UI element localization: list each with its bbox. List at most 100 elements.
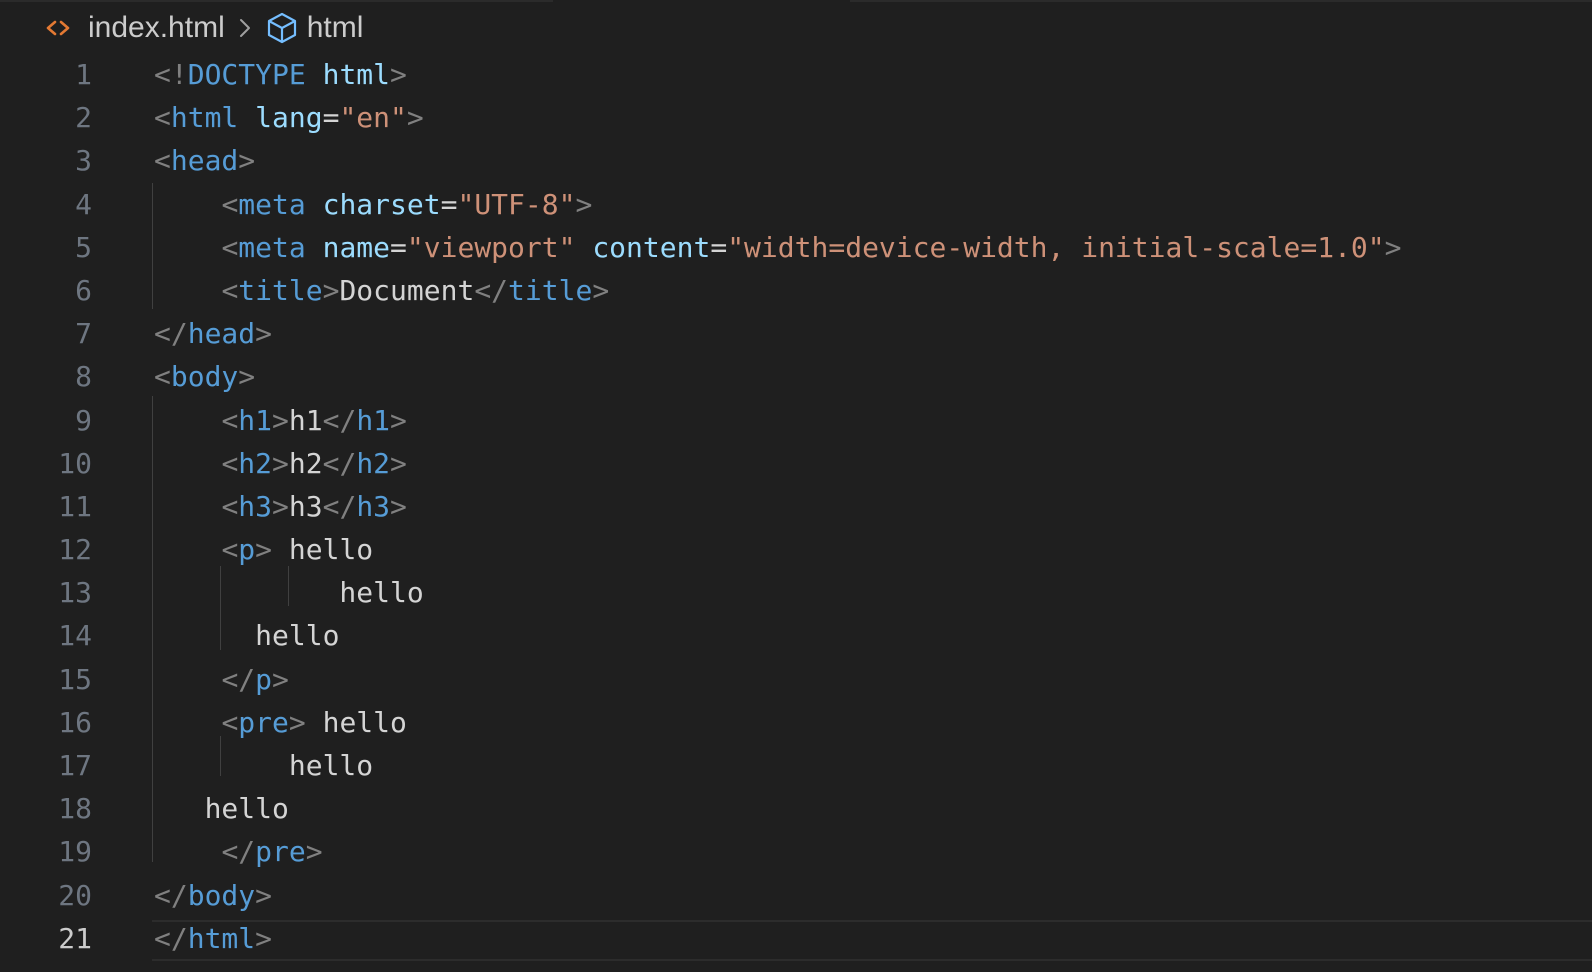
code-token: > xyxy=(272,446,289,480)
code-token: </ xyxy=(322,403,357,437)
code-token: </ xyxy=(474,273,509,307)
code-token: Document xyxy=(339,273,475,307)
code-token: > xyxy=(288,705,306,739)
code-text: <body> xyxy=(154,355,255,398)
code-token: < xyxy=(221,533,239,567)
code-token: hello xyxy=(154,576,424,610)
code-line[interactable]: 7 </head> xyxy=(0,312,1592,355)
code-line[interactable]: 6 <title>Document</title> xyxy=(0,269,1592,312)
code-token: html xyxy=(187,921,256,955)
code-line[interactable]: 9 <h1>h1</h1> xyxy=(0,399,1592,442)
code-token: h1 xyxy=(238,403,273,437)
code-line[interactable]: 18 hello xyxy=(0,787,1592,830)
code-token: html xyxy=(322,58,391,91)
code-token: < xyxy=(221,403,239,437)
line-number: 17 xyxy=(58,749,92,782)
code-token: > xyxy=(406,101,424,135)
code-token: title xyxy=(238,273,323,307)
code-line[interactable]: 13 hello xyxy=(0,571,1592,614)
code-token: > xyxy=(255,921,273,955)
code-token: < xyxy=(154,144,171,178)
line-number: 5 xyxy=(75,230,92,264)
code-line[interactable]: 2 <html lang="en"> xyxy=(0,96,1592,139)
code-token: < xyxy=(221,187,239,221)
code-area[interactable]: 1 <!DOCTYPE html> 2 <html lang="en"> 3 < head >… xyxy=(0,53,1592,960)
code-token: h1 xyxy=(288,403,323,437)
code-token: = xyxy=(390,230,407,264)
code-line[interactable]: 1 <!DOCTYPE html> xyxy=(0,53,1592,96)
code-token: = xyxy=(710,230,728,264)
code-text: <title>Document</title> xyxy=(154,269,609,312)
line-number: 20 xyxy=(58,878,92,912)
code-line[interactable]: 12 <p> hello xyxy=(0,528,1592,571)
code-text: <h3>h3</h3> xyxy=(154,485,406,528)
code-token: > xyxy=(390,58,407,91)
code-line[interactable]: 11 <h3>h3</h3> xyxy=(0,485,1592,528)
code-token: < xyxy=(221,230,239,264)
code-token: DOCTYPE xyxy=(187,58,306,91)
tab-bar-edge xyxy=(0,0,553,2)
code-token: > xyxy=(255,878,273,912)
line-number: 6 xyxy=(75,273,92,307)
code-token: > xyxy=(272,403,289,437)
code-line[interactable]: 17 hello xyxy=(0,744,1592,787)
code-token: </ xyxy=(221,835,256,869)
code-line[interactable]: 3 <head> xyxy=(0,139,1592,182)
code-line[interactable]: 21 </html> xyxy=(0,917,1592,960)
code-token: title xyxy=(508,273,593,307)
code-token: > xyxy=(255,533,273,567)
breadcrumb: index.html html xyxy=(44,6,363,50)
code-text: </p> xyxy=(154,658,289,701)
breadcrumb-file[interactable]: index.html xyxy=(88,11,225,45)
code-token: > xyxy=(322,273,340,307)
line-number: 19 xyxy=(58,835,92,869)
code-line[interactable]: 15 </p> xyxy=(0,658,1592,701)
code-token: h3 xyxy=(356,489,391,523)
code-line[interactable]: 14 hello xyxy=(0,614,1592,657)
code-token: > xyxy=(272,489,289,523)
code-token: = xyxy=(322,101,340,135)
line-number: 13 xyxy=(58,576,92,610)
code-token: < xyxy=(154,360,171,394)
code-text: </head> xyxy=(154,312,272,355)
code-token: > xyxy=(390,403,407,437)
code-text: </body> xyxy=(154,874,272,917)
code-text: <!DOCTYPE html> xyxy=(154,53,407,96)
code-token: h3 xyxy=(288,489,323,523)
code-token: hello xyxy=(305,705,407,739)
code-token: > xyxy=(575,187,593,221)
code-token: </ xyxy=(154,921,188,955)
code-token: head xyxy=(187,317,256,351)
code-line[interactable]: 20 </body> xyxy=(0,874,1592,917)
html-file-icon xyxy=(44,14,72,42)
code-token: meta xyxy=(238,187,306,221)
code-token: h2 xyxy=(356,446,391,480)
code-text: </pre> xyxy=(154,830,322,873)
code-line[interactable]: 16 <pre> hello xyxy=(0,701,1592,744)
chevron-right-icon xyxy=(235,14,255,42)
code-token: <! xyxy=(154,58,188,91)
breadcrumb-symbol[interactable]: html xyxy=(307,11,364,45)
code-text: <html lang="en"> xyxy=(154,96,424,139)
code-line[interactable]: 8 <body> xyxy=(0,355,1592,398)
code-line[interactable]: 5 <meta name="viewport" content="width=d… xyxy=(0,226,1592,269)
code-line[interactable]: 4 <meta charset="UTF-8"> xyxy=(0,183,1592,226)
code-token: > xyxy=(238,144,256,178)
code-editor[interactable]: index.html html 1 <!DOCTYPE html> 2 <html l… xyxy=(0,0,1592,972)
code-token: h2 xyxy=(288,446,323,480)
code-line[interactable]: 10 <h2>h2</h2> xyxy=(0,442,1592,485)
line-number: 15 xyxy=(58,662,92,696)
code-token: h1 xyxy=(356,403,391,437)
code-token: p xyxy=(238,533,256,567)
code-text: <meta charset="UTF-8"> xyxy=(154,183,592,226)
line-number: 3 xyxy=(75,144,92,178)
code-token: < xyxy=(221,705,239,739)
code-line[interactable]: 19 </pre> xyxy=(0,830,1592,873)
code-token: > xyxy=(272,662,289,696)
